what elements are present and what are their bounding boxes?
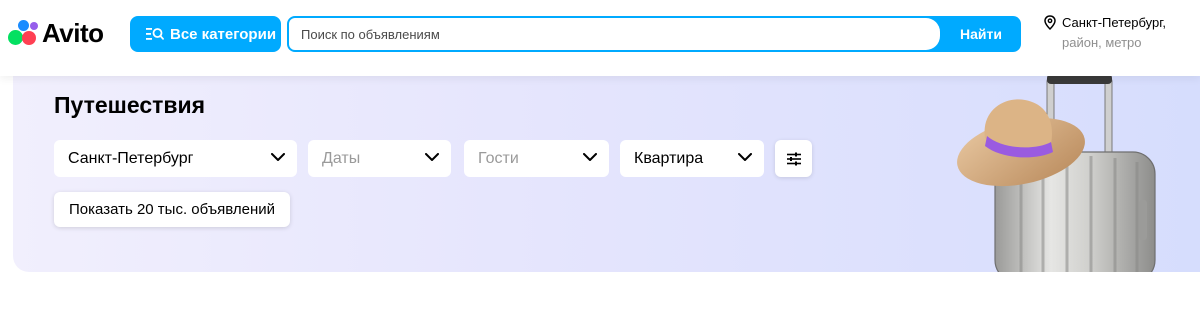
- chevron-down-icon: [425, 153, 439, 161]
- banner-title: Путешествия: [54, 92, 206, 118]
- logo-text: Avito: [42, 17, 104, 48]
- avito-logo[interactable]: Avito: [8, 17, 104, 49]
- search-button-label: Найти: [960, 26, 1002, 42]
- city-select-value: Санкт-Петербург: [68, 149, 194, 167]
- location-district-metro: район, метро: [1062, 35, 1142, 50]
- property-type-select[interactable]: Квартира: [620, 140, 764, 177]
- city-select[interactable]: Санкт-Петербург: [54, 140, 297, 177]
- location-pin-icon: [1044, 15, 1056, 30]
- all-categories-button[interactable]: Все категории: [130, 16, 281, 52]
- search-input[interactable]: [289, 18, 940, 50]
- guests-select[interactable]: Гости: [464, 140, 609, 177]
- chevron-down-icon: [738, 153, 752, 161]
- header: Avito Все категории Найти Санкт-Петербур…: [0, 0, 1200, 76]
- travel-banner: Путешествия Санкт-Петербург Даты Гости К…: [13, 60, 1200, 272]
- logo-dots-icon: [8, 17, 40, 49]
- guests-select-value: Гости: [478, 149, 519, 167]
- chevron-down-icon: [271, 153, 285, 161]
- filter-settings-button[interactable]: [775, 140, 812, 177]
- chevron-down-icon: [583, 153, 597, 161]
- dates-select[interactable]: Даты: [308, 140, 451, 177]
- all-categories-label: Все категории: [170, 25, 277, 43]
- property-type-value: Квартира: [634, 149, 704, 167]
- location-city: Санкт-Петербург,: [1062, 15, 1166, 30]
- search-button[interactable]: Найти: [941, 16, 1021, 52]
- location-selector[interactable]: Санкт-Петербург, район, метро: [1044, 13, 1194, 53]
- dates-select-value: Даты: [322, 149, 361, 167]
- search-bar: Найти: [287, 16, 1021, 52]
- sliders-icon: [786, 152, 801, 165]
- show-listings-button[interactable]: Показать 20 тыс. объявлений: [54, 192, 290, 227]
- suitcase-with-hat-image: [957, 74, 1156, 272]
- show-listings-label: Показать 20 тыс. объявлений: [69, 201, 275, 218]
- list-search-icon: [146, 28, 164, 40]
